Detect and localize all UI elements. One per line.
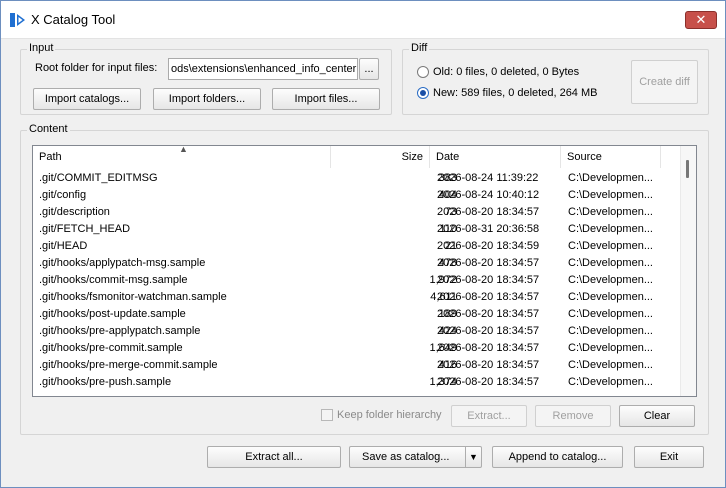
table-row[interactable]: .git/hooks/applypatch-msg.sample 478 2026-…: [33, 255, 683, 272]
table-row[interactable]: .git/hooks/pre-push.sample 1,374 2026-08-2…: [33, 374, 683, 391]
keep-hierarchy-label: Keep folder hierarchy: [337, 409, 442, 421]
table-row[interactable]: .git/hooks/pre-applypatch.sample 424 2026-…: [33, 323, 683, 340]
table-body: .git/COMMIT_EDITMSG 383 2026-08-24 11:39:2…: [33, 170, 683, 391]
table-row[interactable]: .git/FETCH_HEAD 110 2026-08-31 20:36:58 C:\…: [33, 221, 683, 238]
window-title: X Catalog Tool: [31, 12, 116, 27]
content-group-label: Content: [27, 123, 70, 135]
browse-button[interactable]: ...: [359, 58, 379, 80]
cell-source: C:\Developmen...: [568, 342, 653, 354]
cell-date: 2026-08-20 18:34:57: [437, 257, 540, 269]
cell-path: .git/hooks/pre-push.sample: [39, 376, 172, 388]
remove-button[interactable]: Remove: [535, 405, 611, 427]
cell-path: .git/hooks/pre-commit.sample: [39, 342, 183, 354]
table-row[interactable]: .git/HEAD 21 2026-08-20 18:34:59 C:\Develop…: [33, 238, 683, 255]
old-radio[interactable]: [417, 66, 429, 78]
append-to-catalog-button[interactable]: Append to catalog...: [492, 446, 623, 468]
exit-button[interactable]: Exit: [634, 446, 704, 468]
create-diff-button[interactable]: Create diff: [631, 60, 698, 104]
cell-path: .git/hooks/pre-merge-commit.sample: [39, 359, 218, 371]
cell-date: 2026-08-20 18:34:59: [437, 240, 540, 252]
save-as-catalog-label: Save as catalog...: [362, 451, 450, 463]
clear-button[interactable]: Clear: [619, 405, 695, 427]
cell-source: C:\Developmen...: [568, 189, 653, 201]
root-folder-input[interactable]: ods\extensions\enhanced_info_center: [168, 58, 358, 80]
cell-source: C:\Developmen...: [568, 325, 653, 337]
column-header-date[interactable]: Date: [430, 146, 561, 168]
cell-source: C:\Developmen...: [568, 206, 653, 218]
main-window: X Catalog Tool ✕ Input Root folder for i…: [0, 0, 726, 488]
cell-path: .git/FETCH_HEAD: [39, 223, 131, 235]
new-radio-label: New: 589 files, 0 deleted, 264 MB: [433, 87, 598, 99]
save-as-catalog-button[interactable]: Save as catalog... ▼: [349, 446, 482, 468]
new-radio-option[interactable]: New: 589 files, 0 deleted, 264 MB: [417, 87, 597, 99]
cell-source: C:\Developmen...: [568, 240, 653, 252]
table-row[interactable]: .git/config 404 2026-08-24 10:40:12 C:\Deve…: [33, 187, 683, 204]
table-header: ▲ Path Size Date Source: [33, 146, 696, 168]
cell-path: .git/HEAD: [39, 240, 88, 252]
extract-all-button[interactable]: Extract all...: [207, 446, 341, 468]
cell-date: 2026-08-20 18:34:57: [437, 325, 540, 337]
cell-path: .git/COMMIT_EDITMSG: [39, 172, 158, 184]
table-row[interactable]: .git/hooks/pre-merge-commit.sample 416 202…: [33, 357, 683, 374]
cell-date: 2026-08-20 18:34:57: [437, 274, 540, 286]
diff-group-label: Diff: [409, 42, 430, 54]
cell-source: C:\Developmen...: [568, 274, 653, 286]
column-header-path[interactable]: Path: [33, 146, 331, 168]
import-folders-button[interactable]: Import folders...: [153, 88, 261, 110]
cell-source: C:\Developmen...: [568, 308, 653, 320]
cell-source: C:\Developmen...: [568, 376, 653, 388]
new-radio[interactable]: [417, 87, 429, 99]
keep-hierarchy-checkbox[interactable]: [321, 409, 333, 421]
cell-source: C:\Developmen...: [568, 223, 653, 235]
vertical-scrollbar[interactable]: [680, 146, 696, 396]
cell-date: 2026-08-20 18:34:57: [437, 308, 540, 320]
cell-path: .git/hooks/post-update.sample: [39, 308, 186, 320]
diff-group: Diff Old: 0 files, 0 deleted, 0 Bytes Ne…: [402, 42, 709, 115]
extract-button[interactable]: Extract...: [451, 405, 527, 427]
cell-date: 2026-08-24 11:39:22: [437, 172, 539, 184]
table-row[interactable]: .git/hooks/pre-commit.sample 1,649 2026-08…: [33, 340, 683, 357]
cell-date: 2026-08-24 10:40:12: [437, 189, 540, 201]
cell-path: .git/config: [39, 189, 87, 201]
cell-date: 2026-08-20 18:34:57: [437, 206, 540, 218]
column-header-source[interactable]: Source: [561, 146, 661, 168]
input-group-label: Input: [27, 42, 56, 54]
table-row[interactable]: .git/COMMIT_EDITMSG 383 2026-08-24 11:39:2…: [33, 170, 683, 187]
cell-source: C:\Developmen...: [568, 257, 653, 269]
dropdown-arrow-icon[interactable]: ▼: [465, 447, 481, 467]
import-catalogs-button[interactable]: Import catalogs...: [33, 88, 141, 110]
cell-date: 2026-08-20 18:34:57: [437, 359, 540, 371]
table-row[interactable]: .git/hooks/post-update.sample 189 2026-08-…: [33, 306, 683, 323]
cell-source: C:\Developmen...: [568, 359, 653, 371]
cell-date: 2026-08-20 18:34:57: [437, 376, 540, 388]
cell-path: .git/hooks/pre-applypatch.sample: [39, 325, 201, 337]
app-icon: [10, 13, 25, 27]
root-folder-label: Root folder for input files:: [35, 62, 158, 74]
cell-date: 2026-08-20 18:34:57: [437, 291, 540, 303]
table-row[interactable]: .git/hooks/fsmonitor-watchman.sample 4,61…: [33, 289, 683, 306]
input-group: Input Root folder for input files: ods\e…: [20, 42, 392, 115]
import-files-button[interactable]: Import files...: [272, 88, 380, 110]
old-radio-label: Old: 0 files, 0 deleted, 0 Bytes: [433, 66, 580, 78]
keep-hierarchy-option[interactable]: Keep folder hierarchy: [321, 409, 442, 421]
title-bar[interactable]: X Catalog Tool ✕: [1, 1, 725, 39]
column-header-size[interactable]: Size: [331, 146, 430, 168]
cell-path: .git/description: [39, 206, 110, 218]
table-row[interactable]: .git/description 73 2026-08-20 18:34:57 C:\…: [33, 204, 683, 221]
table-row[interactable]: .git/hooks/commit-msg.sample 1,972 2026-08…: [33, 272, 683, 289]
scrollbar-thumb[interactable]: [686, 160, 689, 178]
cell-date: 2026-08-31 20:36:58: [437, 223, 540, 235]
cell-source: C:\Developmen...: [568, 291, 653, 303]
close-button[interactable]: ✕: [685, 11, 717, 29]
content-table[interactable]: ▲ Path Size Date Source .git/COMMIT_EDIT…: [32, 145, 697, 397]
cell-path: .git/hooks/fsmonitor-watchman.sample: [39, 291, 227, 303]
cell-date: 2026-08-20 18:34:57: [437, 342, 540, 354]
cell-source: C:\Developmen...: [568, 172, 653, 184]
cell-path: .git/hooks/applypatch-msg.sample: [39, 257, 206, 269]
old-radio-option[interactable]: Old: 0 files, 0 deleted, 0 Bytes: [417, 66, 579, 78]
cell-path: .git/hooks/commit-msg.sample: [39, 274, 188, 286]
